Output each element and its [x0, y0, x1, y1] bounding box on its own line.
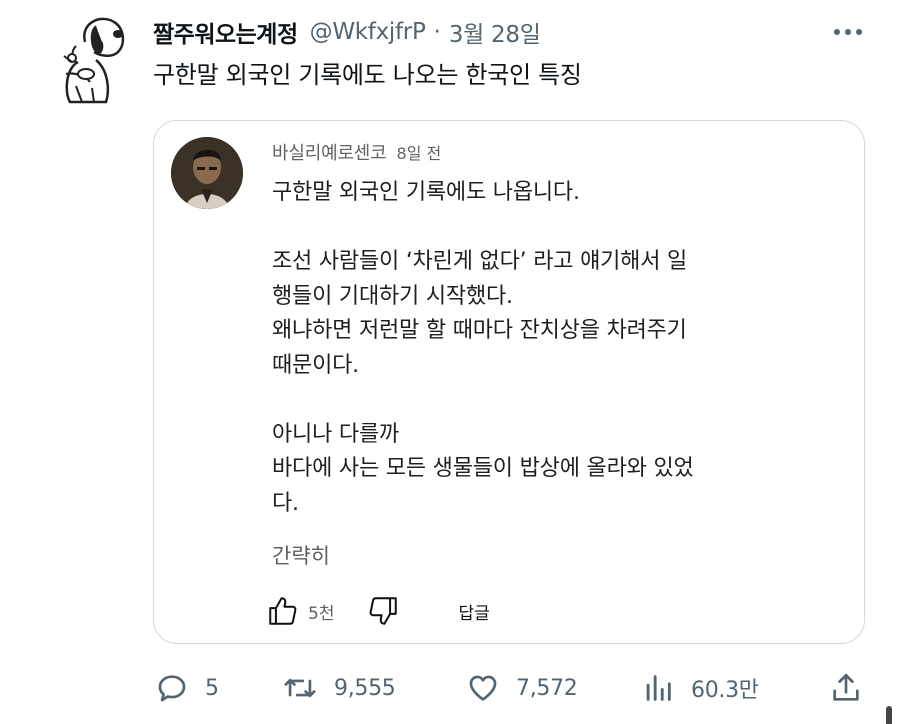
commenter-avatar	[171, 137, 243, 209]
tweet-action-bar: 5 9,555 7,572 60.3만	[0, 666, 900, 710]
comment-paragraph: 구한말 외국인 기록에도 나옵니다.	[272, 180, 580, 205]
views-icon	[646, 675, 671, 701]
like-comment-button[interactable]: 5천	[266, 594, 366, 628]
reply-count: 5	[205, 675, 219, 701]
dislike-comment-button[interactable]	[366, 594, 400, 628]
comment-actions: 5천 답글	[266, 591, 490, 631]
separator-dot: ·	[433, 19, 441, 45]
commenter-name[interactable]: 바실리예로센코	[272, 139, 387, 165]
heart-icon	[469, 675, 497, 701]
thumbs-down-icon	[370, 597, 398, 625]
like-count: 7,572	[516, 675, 578, 701]
comment-paragraph: 아니나 다를까 바다에 사는 모든 생물들이 밥상에 올라와 있었 다.	[272, 421, 694, 516]
reply-icon	[158, 675, 186, 702]
comment-meta: 바실리예로센코 8일 전	[272, 139, 441, 165]
tweet-text: 구한말 외국인 기록에도 나오는 한국인 특징	[153, 61, 582, 89]
retweet-count: 9,555	[334, 675, 396, 701]
more-icon	[834, 29, 862, 35]
thumbs-up-icon	[269, 597, 297, 625]
reply-button[interactable]: 5	[155, 666, 219, 710]
show-less-link[interactable]: 간략히	[272, 540, 330, 570]
comment-body: 구한말 외국인 기록에도 나옵니다. 조선 사람들이 ‘차린게 없다’ 라고 얘…	[272, 176, 832, 521]
comment-reply-button[interactable]: 답글	[458, 599, 489, 624]
views-button[interactable]: 60.3만	[641, 666, 759, 710]
tweet-date[interactable]: 3월 28일	[449, 15, 541, 49]
retweet-icon	[284, 678, 316, 698]
user-avatar[interactable]	[30, 12, 130, 108]
share-icon	[833, 673, 859, 701]
view-count: 60.3만	[691, 678, 759, 703]
quoted-comment-card[interactable]: 바실리예로센코 8일 전 구한말 외국인 기록에도 나옵니다. 조선 사람들이 …	[153, 120, 865, 644]
comment-time: 8일 전	[396, 144, 442, 163]
comment-like-count: 5천	[308, 603, 335, 624]
more-options-button[interactable]	[826, 18, 870, 46]
like-button[interactable]: 7,572	[466, 666, 578, 710]
scrollbar-thumb[interactable]	[886, 706, 892, 724]
retweet-button[interactable]: 9,555	[282, 666, 396, 710]
comment-paragraph: 조선 사람들이 ‘차린게 없다’ 라고 얘기해서 일 행들이 기대하기 시작했다…	[272, 249, 688, 378]
user-handle[interactable]: @WkfxjfrP	[310, 19, 426, 45]
display-name[interactable]: 짤주워오는계정	[153, 15, 298, 49]
tweet-header: 짤주워오는계정 @WkfxjfrP · 3월 28일	[153, 14, 541, 50]
share-button[interactable]	[829, 666, 863, 710]
